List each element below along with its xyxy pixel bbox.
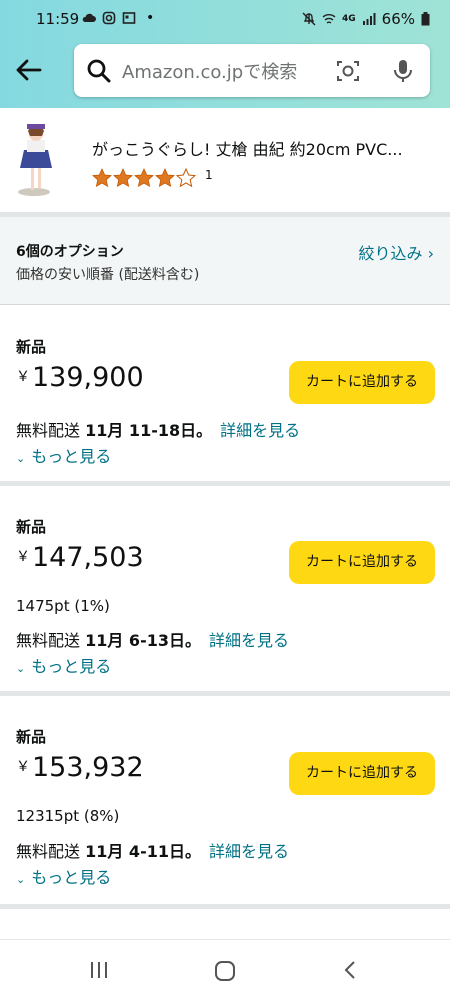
options-count: 6個のオプション: [16, 244, 124, 260]
condition-label: 新品: [16, 338, 47, 356]
delivery-info: 無料配送 11月 6-13日。 詳細を見る: [16, 627, 289, 651]
network-label: 4G: [342, 14, 356, 24]
add-to-cart-button[interactable]: カートに追加する: [289, 752, 435, 795]
price-amount: 139,900: [32, 362, 144, 393]
delivery-date: 11月 11-18日。: [85, 421, 213, 440]
recent-apps-icon[interactable]: [89, 960, 109, 980]
notification-icons: •: [82, 10, 154, 26]
details-link[interactable]: 詳細を見る: [220, 421, 300, 440]
rating-stars[interactable]: 1: [92, 168, 213, 188]
currency-symbol: ￥: [16, 369, 30, 385]
microphone-icon[interactable]: [392, 58, 414, 84]
mute-icon: [302, 12, 316, 26]
more-dot-icon: •: [146, 10, 155, 26]
add-to-cart-button[interactable]: カートに追加する: [289, 541, 435, 584]
points-label: 12315pt (8%): [16, 807, 120, 825]
see-more-label: もっと見る: [31, 447, 112, 466]
offer-card: 新品 ￥ 153,932 カートに追加する 12315pt (8%) 無料配送 …: [0, 696, 450, 904]
price: ￥ 147,503: [16, 542, 144, 573]
back-arrow-icon[interactable]: [14, 56, 42, 84]
signal-icon: [362, 13, 376, 25]
delivery-date: 11月 4-11日。: [85, 842, 201, 861]
condition-label: 新品: [16, 728, 47, 746]
delivery-info: 無料配送 11月 4-11日。 詳細を見る: [16, 838, 289, 862]
chevron-down-icon: ⌄: [16, 873, 26, 886]
news-icon: [122, 12, 136, 24]
points-label: 1475pt (1%): [16, 597, 110, 615]
home-icon[interactable]: [214, 960, 236, 982]
currency-symbol: ￥: [16, 549, 30, 565]
star-empty-icon: [176, 168, 196, 188]
see-more-label: もっと見る: [31, 657, 112, 676]
see-more-link[interactable]: ⌄ もっと見る: [16, 653, 111, 677]
search-icon: [87, 59, 111, 83]
search-bar[interactable]: Amazon.co.jpで検索: [74, 44, 430, 97]
delivery-info: 無料配送 11月 11-18日。 詳細を見る: [16, 417, 300, 441]
chevron-down-icon: ⌄: [16, 452, 26, 465]
see-more-label: もっと見る: [31, 868, 112, 887]
options-bar: 6個のオプション 価格の安い順番 (配送料含む) 絞り込み ›: [0, 217, 450, 305]
product-title[interactable]: がっこうぐらし! 丈槍 由紀 約20cm PVC...: [92, 136, 403, 160]
review-count[interactable]: 1: [205, 168, 213, 182]
system-nav-bar: [0, 939, 450, 999]
star-full-icon: [134, 168, 154, 187]
shipping-label: 無料配送: [16, 631, 86, 650]
filter-button[interactable]: 絞り込み ›: [359, 240, 435, 264]
cloud-icon: [82, 13, 96, 22]
battery-icon: [421, 12, 430, 26]
battery-label: 66%: [381, 10, 415, 28]
currency-symbol: ￥: [16, 759, 30, 775]
shipping-label: 無料配送: [16, 421, 86, 440]
details-link[interactable]: 詳細を見る: [209, 842, 289, 861]
details-link[interactable]: 詳細を見る: [209, 631, 289, 650]
camera-scan-icon[interactable]: [336, 59, 360, 83]
shipping-label: 無料配送: [16, 842, 86, 861]
instagram-icon: [102, 11, 116, 25]
divider: [0, 904, 450, 909]
product-thumbnail[interactable]: [10, 122, 62, 198]
star-full-icon: [155, 168, 175, 187]
star-full-icon: [92, 168, 112, 187]
see-more-link[interactable]: ⌄ もっと見る: [16, 443, 111, 467]
search-input[interactable]: Amazon.co.jpで検索: [122, 58, 297, 84]
price: ￥ 139,900: [16, 362, 144, 393]
status-bar: 11:59 • 4G 66%: [0, 0, 450, 40]
wifi-icon: [322, 14, 336, 24]
chevron-down-icon: ⌄: [16, 662, 26, 675]
product-summary[interactable]: がっこうぐらし! 丈槍 由紀 約20cm PVC... 1: [0, 108, 450, 212]
price-amount: 147,503: [32, 542, 144, 573]
offer-card: 新品 ￥ 139,900 カートに追加する 無料配送 11月 11-18日。 詳細…: [0, 306, 450, 481]
delivery-date: 11月 6-13日。: [85, 631, 201, 650]
clock: 11:59: [36, 10, 80, 28]
see-more-link[interactable]: ⌄ もっと見る: [16, 864, 111, 888]
add-to-cart-button[interactable]: カートに追加する: [289, 361, 435, 404]
offer-card: 新品 ￥ 147,503 カートに追加する 1475pt (1%) 無料配送 1…: [0, 486, 450, 691]
condition-label: 新品: [16, 518, 47, 536]
system-icons: 4G 66%: [302, 10, 430, 28]
star-full-icon: [113, 168, 133, 187]
price: ￥ 153,932: [16, 752, 144, 783]
back-nav-icon[interactable]: [343, 960, 357, 980]
sort-label: 価格の安い順番 (配送料含む): [16, 267, 200, 283]
price-amount: 153,932: [32, 752, 144, 783]
